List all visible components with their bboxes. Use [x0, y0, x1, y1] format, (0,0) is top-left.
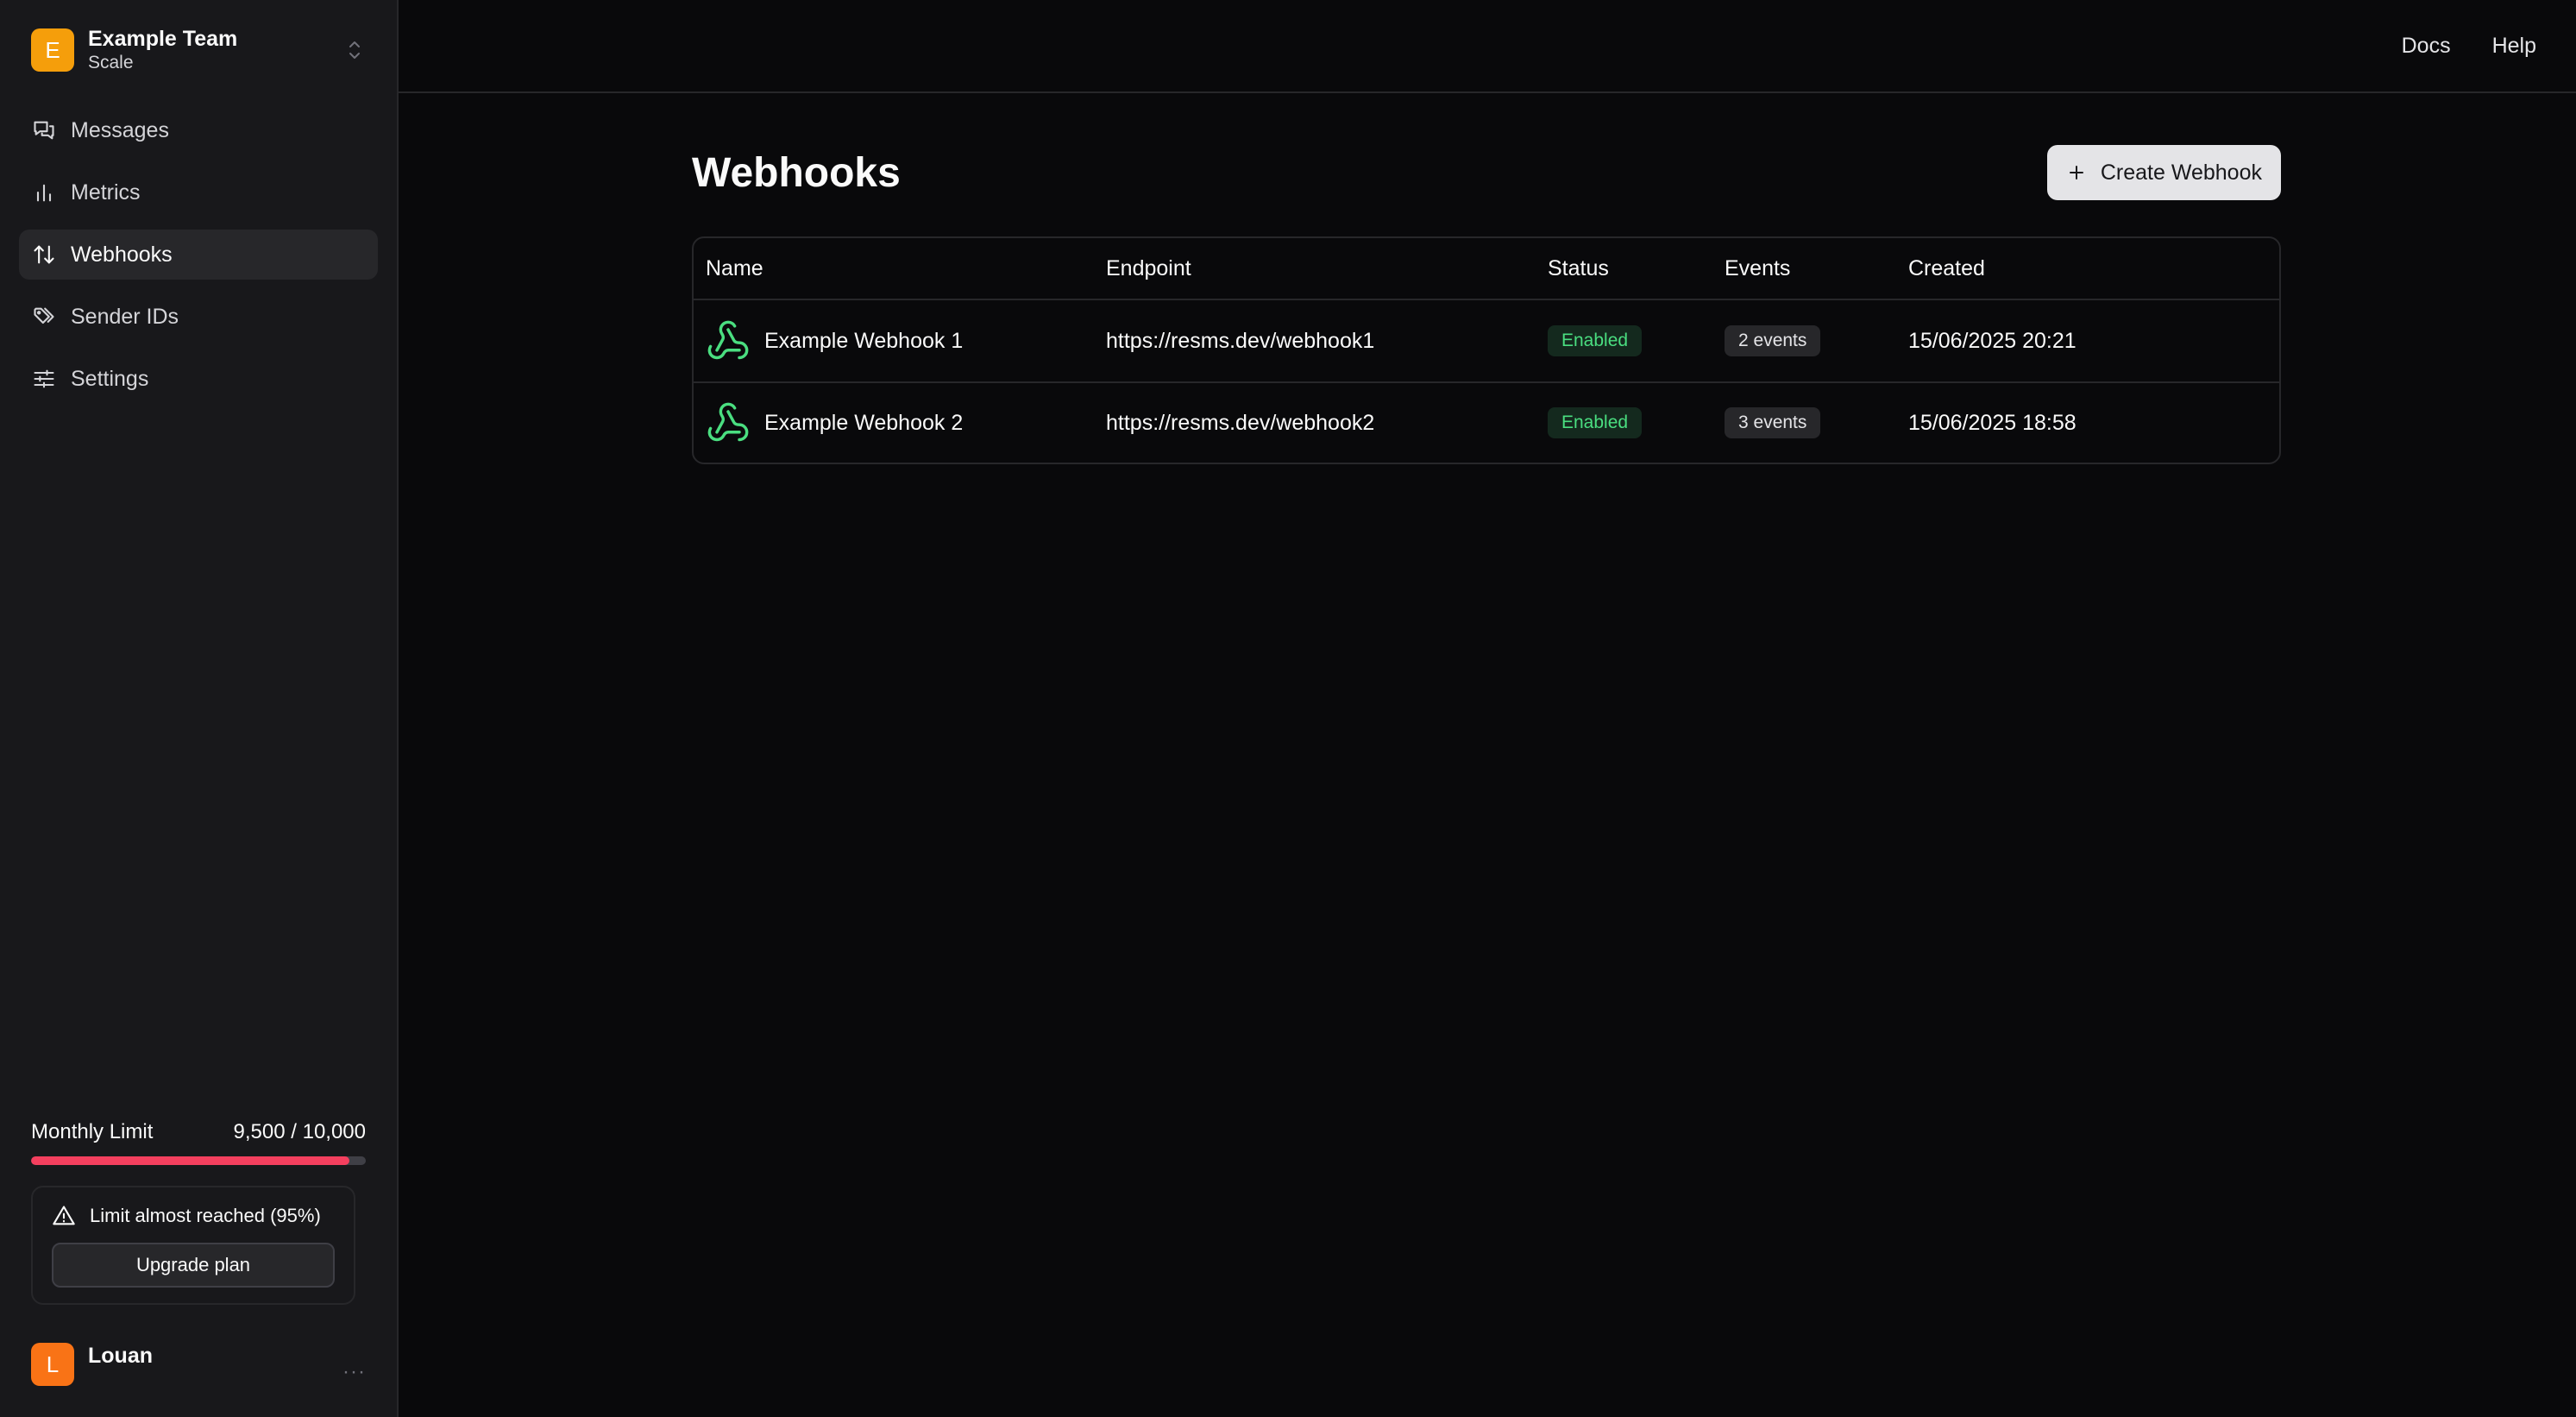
sidebar-item-label: Messages: [71, 117, 169, 142]
events-badge: 3 events: [1725, 407, 1821, 438]
table-header: Name Endpoint Status Events Created: [694, 238, 2279, 300]
webhooks-page: Webhooks Create Webhook Name Endpoint St…: [692, 93, 2281, 464]
limit-alert: Limit almost reached (95%) Upgrade plan: [31, 1186, 355, 1305]
webhook-endpoint: https://resms.dev/webhook1: [1106, 328, 1375, 353]
table-row[interactable]: Example Webhook 2 https://resms.dev/webh…: [694, 381, 2279, 463]
upgrade-plan-button[interactable]: Upgrade plan: [52, 1243, 335, 1288]
bar-chart-icon: [31, 179, 57, 205]
main-area: Docs Help Webhooks Create Webhook Name E…: [399, 0, 2576, 1417]
team-info: Example Team Scale: [88, 26, 343, 74]
usage-progress-fill: [31, 1156, 349, 1165]
webhook-endpoint: https://resms.dev/webhook2: [1106, 410, 1375, 435]
webhook-name: Example Webhook 2: [764, 410, 964, 435]
status-badge: Enabled: [1548, 325, 1643, 356]
sidebar-item-label: Sender IDs: [71, 304, 179, 329]
events-badge: 2 events: [1725, 325, 1821, 356]
more-options-icon[interactable]: ···: [342, 1360, 366, 1384]
chevrons-up-down-icon[interactable]: [343, 35, 366, 65]
usage-progress-bar: [31, 1156, 366, 1165]
webhook-name: Example Webhook 1: [764, 328, 964, 353]
topbar: Docs Help: [399, 0, 2576, 93]
monthly-limit-label: Monthly Limit: [31, 1120, 154, 1143]
page-title: Webhooks: [692, 149, 901, 196]
team-avatar: E: [31, 28, 74, 72]
monthly-limit: Monthly Limit 9,500 / 10,000: [31, 1120, 366, 1165]
team-switcher[interactable]: E Example Team Scale: [0, 0, 397, 100]
column-header-endpoint: Endpoint: [1106, 255, 1191, 280]
sidebar-item-label: Settings: [71, 366, 149, 391]
user-avatar: L: [31, 1343, 74, 1386]
create-webhook-label: Create Webhook: [2100, 160, 2262, 185]
sidebar: E Example Team Scale Messages Metrics We…: [0, 0, 399, 1417]
webhook-created: 15/06/2025 18:58: [1908, 410, 2077, 435]
create-webhook-button[interactable]: Create Webhook: [2046, 145, 2281, 200]
team-plan: Scale: [88, 53, 134, 72]
column-header-status: Status: [1548, 255, 1609, 280]
messages-icon: [31, 117, 57, 143]
plus-icon: [2066, 161, 2089, 184]
sidebar-item-webhooks[interactable]: Webhooks: [19, 230, 378, 280]
sidebar-item-metrics[interactable]: Metrics: [19, 167, 378, 217]
warning-triangle-icon: [52, 1203, 78, 1229]
sidebar-item-label: Metrics: [71, 179, 141, 205]
column-header-events: Events: [1725, 255, 1791, 280]
sidebar-item-sender-ids[interactable]: Sender IDs: [19, 292, 378, 342]
monthly-limit-value: 9,500 / 10,000: [233, 1120, 366, 1143]
column-header-name: Name: [706, 255, 763, 280]
table-row[interactable]: Example Webhook 1 https://resms.dev/webh…: [694, 300, 2279, 381]
team-name: Example Team: [88, 27, 238, 51]
sliders-icon: [31, 366, 57, 392]
arrows-up-down-icon: [31, 242, 57, 268]
user-menu[interactable]: L Louan ···: [31, 1343, 366, 1386]
sidebar-item-label: Webhooks: [71, 242, 173, 267]
help-link[interactable]: Help: [2492, 34, 2536, 59]
sidebar-item-settings[interactable]: Settings: [19, 354, 378, 404]
column-header-created: Created: [1908, 255, 1985, 280]
docs-link[interactable]: Docs: [2402, 34, 2451, 59]
user-name: Louan: [88, 1344, 153, 1368]
tags-icon: [31, 304, 57, 330]
webhook-icon: [706, 400, 752, 446]
webhooks-table: Name Endpoint Status Events Created Exam…: [692, 236, 2281, 464]
limit-alert-text: Limit almost reached (95%): [90, 1205, 321, 1226]
webhook-icon: [706, 318, 752, 364]
status-badge: Enabled: [1548, 407, 1643, 438]
sidebar-item-messages[interactable]: Messages: [19, 105, 378, 155]
webhook-created: 15/06/2025 20:21: [1908, 328, 2077, 353]
sidebar-nav: Messages Metrics Webhooks Sender IDs Set…: [0, 105, 397, 416]
